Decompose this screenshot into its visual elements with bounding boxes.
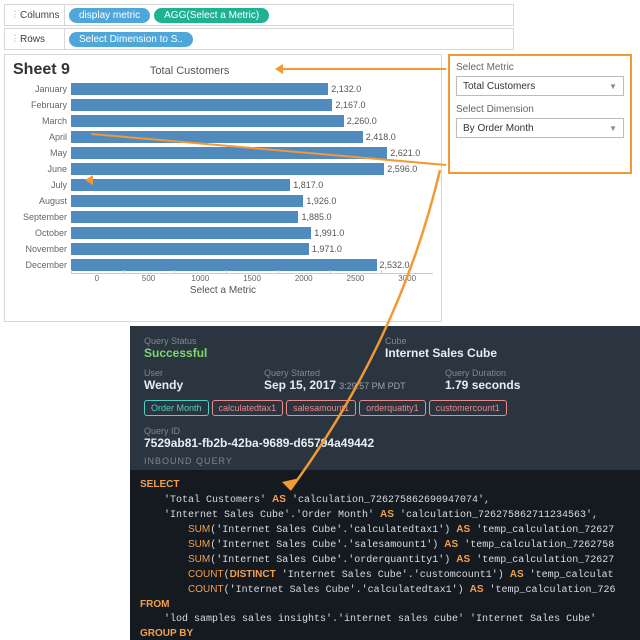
bar[interactable] [71,147,387,159]
bar-row: 2,167.0 [71,97,433,113]
bar[interactable] [71,211,298,223]
month-label: December [13,257,71,273]
badge[interactable]: calculatedtax1 [212,400,284,416]
bar-row: 2,132.0 [71,81,433,97]
arrow-head-icon [85,175,93,185]
bar-value: 2,621.0 [390,148,420,158]
month-label: May [13,145,71,161]
pill-display-metric[interactable]: display metric [69,8,150,23]
month-label: November [13,241,71,257]
annotation-arrow-large [280,170,480,510]
bar[interactable] [71,179,290,191]
x-tick: 500 [123,274,175,283]
month-label: April [13,129,71,145]
badge[interactable]: Order Month [144,400,209,416]
rows-label: ⋮⋮⋮Rows [5,29,65,49]
x-tick: 1000 [174,274,226,283]
metric-select[interactable]: Total Customers▼ [456,76,624,96]
month-label: February [13,97,71,113]
bar-row: 2,260.0 [71,113,433,129]
month-label: July [13,177,71,193]
month-label: June [13,161,71,177]
bar-value: 2,132.0 [331,84,361,94]
parameter-controls: Select Metric Total Customers▼ Select Di… [448,54,632,174]
chart-title: Total Customers [150,65,229,77]
bar[interactable] [71,99,332,111]
month-label: September [13,209,71,225]
user-label: User [144,368,264,378]
month-label: October [13,225,71,241]
bar[interactable] [71,115,344,127]
bar-value: 2,167.0 [335,100,365,110]
bar[interactable] [71,243,309,255]
bar[interactable] [71,195,303,207]
bar[interactable] [71,227,311,239]
user-value: Wendy [144,378,264,392]
bar-value: 2,418.0 [366,132,396,142]
dimension-select[interactable]: By Order Month▼ [456,118,624,138]
x-tick: 1500 [226,274,278,283]
metric-label: Select Metric [456,62,624,73]
columns-shelf[interactable]: ⋮⋮⋮Columns display metric AGG(Select a M… [4,4,514,26]
chevron-down-icon: ▼ [609,82,617,91]
sheet-title: Sheet 9 [13,61,70,79]
x-tick: 0 [71,274,123,283]
chevron-down-icon: ▼ [609,124,617,133]
columns-label: ⋮⋮⋮Columns [5,5,65,25]
month-label: August [13,193,71,209]
arrow-head-icon [275,64,283,74]
shelves: ⋮⋮⋮Columns display metric AGG(Select a M… [4,4,514,52]
pill-agg-metric[interactable]: AGG(Select a Metric) [154,8,269,23]
dimension-label: Select Dimension [456,104,624,115]
pill-dimension[interactable]: Select Dimension to S.. [69,32,193,47]
month-label: March [13,113,71,129]
bar-value: 2,260.0 [347,116,377,126]
month-label: January [13,81,71,97]
rows-shelf[interactable]: ⋮⋮⋮Rows Select Dimension to S.. [4,28,514,50]
bar[interactable] [71,83,328,95]
annotation-arrow [282,68,446,70]
